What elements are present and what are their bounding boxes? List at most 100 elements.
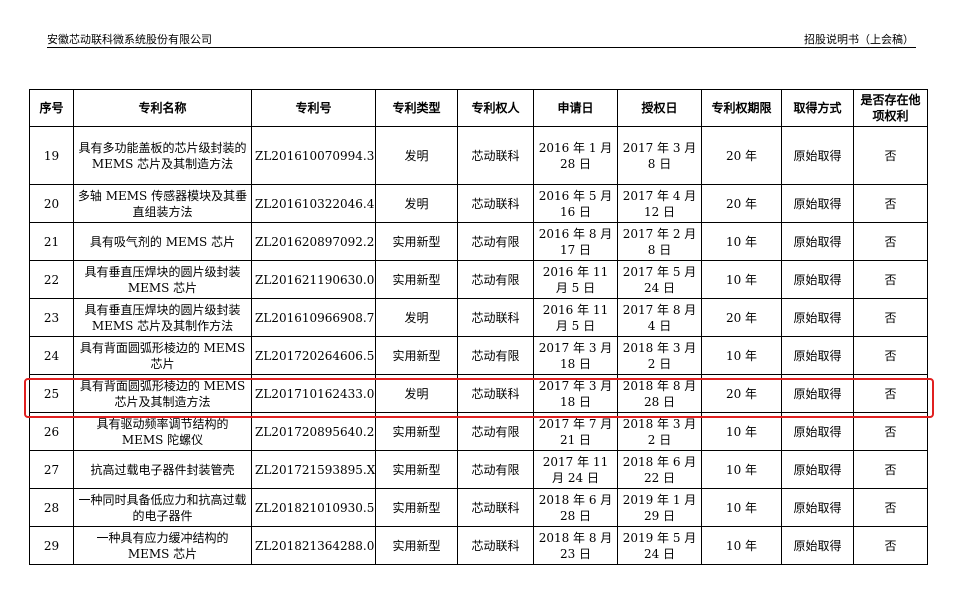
cell-patent-number: ZL201720264606.5 [251, 336, 376, 375]
cell-owner: 芯动联科 [457, 298, 534, 337]
cell-patent-number: ZL201610966908.7 [251, 298, 376, 337]
cell-apply-date: 2016 年 5 月 16 日 [533, 184, 618, 223]
cell-term: 10 年 [701, 260, 782, 299]
cell-encumbrance: 否 [853, 298, 928, 337]
cell-method: 原始取得 [781, 488, 854, 527]
table-row: 25 具有背面圆弧形棱边的 MEMS 芯片及其制造方法 ZL201710162433… [29, 374, 928, 413]
cell-name: 具有吸气剂的 MEMS 芯片 [73, 222, 252, 261]
header-divider [47, 47, 916, 48]
cell-owner: 芯动联科 [457, 184, 534, 223]
cell-no: 27 [29, 450, 74, 489]
col-header-method: 取得方式 [781, 89, 854, 127]
cell-name: 具有背面圆弧形棱边的 MEMS 芯片及其制造方法 [73, 374, 252, 413]
cell-method: 原始取得 [781, 374, 854, 413]
cell-type: 实用新型 [375, 260, 458, 299]
cell-term: 10 年 [701, 488, 782, 527]
cell-no: 25 [29, 374, 74, 413]
col-header-owner: 专利权人 [457, 89, 534, 127]
cell-grant-date: 2018 年 3 月 2 日 [617, 412, 702, 451]
cell-patent-number: ZL201621190630.0 [251, 260, 376, 299]
cell-encumbrance: 否 [853, 260, 928, 299]
cell-grant-date: 2019 年 1 月 29 日 [617, 488, 702, 527]
cell-owner: 芯动有限 [457, 260, 534, 299]
cell-grant-date: 2018 年 8 月 28 日 [617, 374, 702, 413]
col-header-apply-date: 申请日 [533, 89, 618, 127]
cell-name: 一种具有应力缓冲结构的 MEMS 芯片 [73, 526, 252, 565]
cell-name: 具有背面圆弧形棱边的 MEMS 芯片 [73, 336, 252, 375]
cell-type: 实用新型 [375, 526, 458, 565]
table-row: 20 多轴 MEMS 传感器模块及其垂直组装方法 ZL201610322046.4 发… [29, 184, 928, 223]
cell-grant-date: 2018 年 3 月 2 日 [617, 336, 702, 375]
cell-method: 原始取得 [781, 526, 854, 565]
cell-term: 20 年 [701, 374, 782, 413]
cell-grant-date: 2017 年 3 月 8 日 [617, 126, 702, 185]
cell-owner: 芯动联科 [457, 526, 534, 565]
cell-name: 多轴 MEMS 传感器模块及其垂直组装方法 [73, 184, 252, 223]
cell-apply-date: 2016 年 11 月 5 日 [533, 260, 618, 299]
cell-term: 20 年 [701, 298, 782, 337]
cell-patent-number: ZL201720895640.2 [251, 412, 376, 451]
cell-type: 实用新型 [375, 412, 458, 451]
cell-method: 原始取得 [781, 298, 854, 337]
cell-method: 原始取得 [781, 222, 854, 261]
patent-table: 序号 专利名称 专利号 专利类型 专利权人 申请日 授权日 专利权期限 取得方式… [29, 89, 928, 565]
cell-type: 实用新型 [375, 222, 458, 261]
table-row: 22 具有垂直压焊块的圆片级封装 MEMS 芯片 ZL201621190630.0 实… [29, 260, 928, 299]
cell-encumbrance: 否 [853, 488, 928, 527]
cell-type: 实用新型 [375, 488, 458, 527]
cell-term: 10 年 [701, 526, 782, 565]
cell-encumbrance: 否 [853, 526, 928, 565]
cell-method: 原始取得 [781, 450, 854, 489]
cell-apply-date: 2017 年 3 月 18 日 [533, 374, 618, 413]
cell-name: 具有多功能盖板的芯片级封装的 MEMS 芯片及其制造方法 [73, 126, 252, 185]
col-header-name: 专利名称 [73, 89, 252, 127]
cell-type: 实用新型 [375, 450, 458, 489]
col-header-term: 专利权期限 [701, 89, 782, 127]
cell-name: 一种同时具备低应力和抗高过载的电子器件 [73, 488, 252, 527]
cell-grant-date: 2018 年 6 月 22 日 [617, 450, 702, 489]
cell-no: 24 [29, 336, 74, 375]
cell-type: 发明 [375, 374, 458, 413]
cell-type: 发明 [375, 298, 458, 337]
cell-term: 10 年 [701, 412, 782, 451]
company-name: 安徽芯动联科微系统股份有限公司 [47, 33, 212, 46]
col-header-no: 序号 [29, 89, 74, 127]
cell-grant-date: 2019 年 5 月 24 日 [617, 526, 702, 565]
cell-no: 19 [29, 126, 74, 185]
cell-encumbrance: 否 [853, 126, 928, 185]
cell-name: 具有垂直压焊块的圆片级封装 MEMS 芯片及其制作方法 [73, 298, 252, 337]
cell-patent-number: ZL201721593895.X [251, 450, 376, 489]
cell-no: 20 [29, 184, 74, 223]
table-row: 19 具有多功能盖板的芯片级封装的 MEMS 芯片及其制造方法 ZL20161007… [29, 126, 928, 185]
cell-apply-date: 2016 年 1 月 28 日 [533, 126, 618, 185]
table-row: 29 一种具有应力缓冲结构的 MEMS 芯片 ZL201821364288.0 实用新… [29, 526, 928, 565]
cell-patent-number: ZL201620897092.2 [251, 222, 376, 261]
cell-term: 10 年 [701, 336, 782, 375]
cell-grant-date: 2017 年 5 月 24 日 [617, 260, 702, 299]
cell-owner: 芯动有限 [457, 450, 534, 489]
cell-patent-number: ZL201610070994.3 [251, 126, 376, 185]
cell-no: 29 [29, 526, 74, 565]
cell-method: 原始取得 [781, 412, 854, 451]
cell-type: 实用新型 [375, 336, 458, 375]
cell-encumbrance: 否 [853, 412, 928, 451]
cell-no: 21 [29, 222, 74, 261]
table-row: 27 抗高过载电子器件封装管壳 ZL201721593895.X 实用新型 芯动有限 20… [29, 450, 928, 489]
cell-term: 10 年 [701, 450, 782, 489]
cell-owner: 芯动有限 [457, 336, 534, 375]
table-row: 28 一种同时具备低应力和抗高过载的电子器件 ZL201821010930.5 实用新… [29, 488, 928, 527]
cell-apply-date: 2017 年 11 月 24 日 [533, 450, 618, 489]
cell-type: 发明 [375, 126, 458, 185]
col-header-number: 专利号 [251, 89, 376, 127]
cell-grant-date: 2017 年 8 月 4 日 [617, 298, 702, 337]
table-header-row: 序号 专利名称 专利号 专利类型 专利权人 申请日 授权日 专利权期限 取得方式… [29, 89, 928, 127]
cell-owner: 芯动有限 [457, 222, 534, 261]
col-header-type: 专利类型 [375, 89, 458, 127]
cell-encumbrance: 否 [853, 222, 928, 261]
table-row: 26 具有驱动频率调节结构的 MEMS 陀螺仪 ZL201720895640.2 实用… [29, 412, 928, 451]
cell-term: 20 年 [701, 184, 782, 223]
cell-encumbrance: 否 [853, 336, 928, 375]
cell-name: 具有垂直压焊块的圆片级封装 MEMS 芯片 [73, 260, 252, 299]
cell-method: 原始取得 [781, 184, 854, 223]
cell-apply-date: 2016 年 8 月 17 日 [533, 222, 618, 261]
